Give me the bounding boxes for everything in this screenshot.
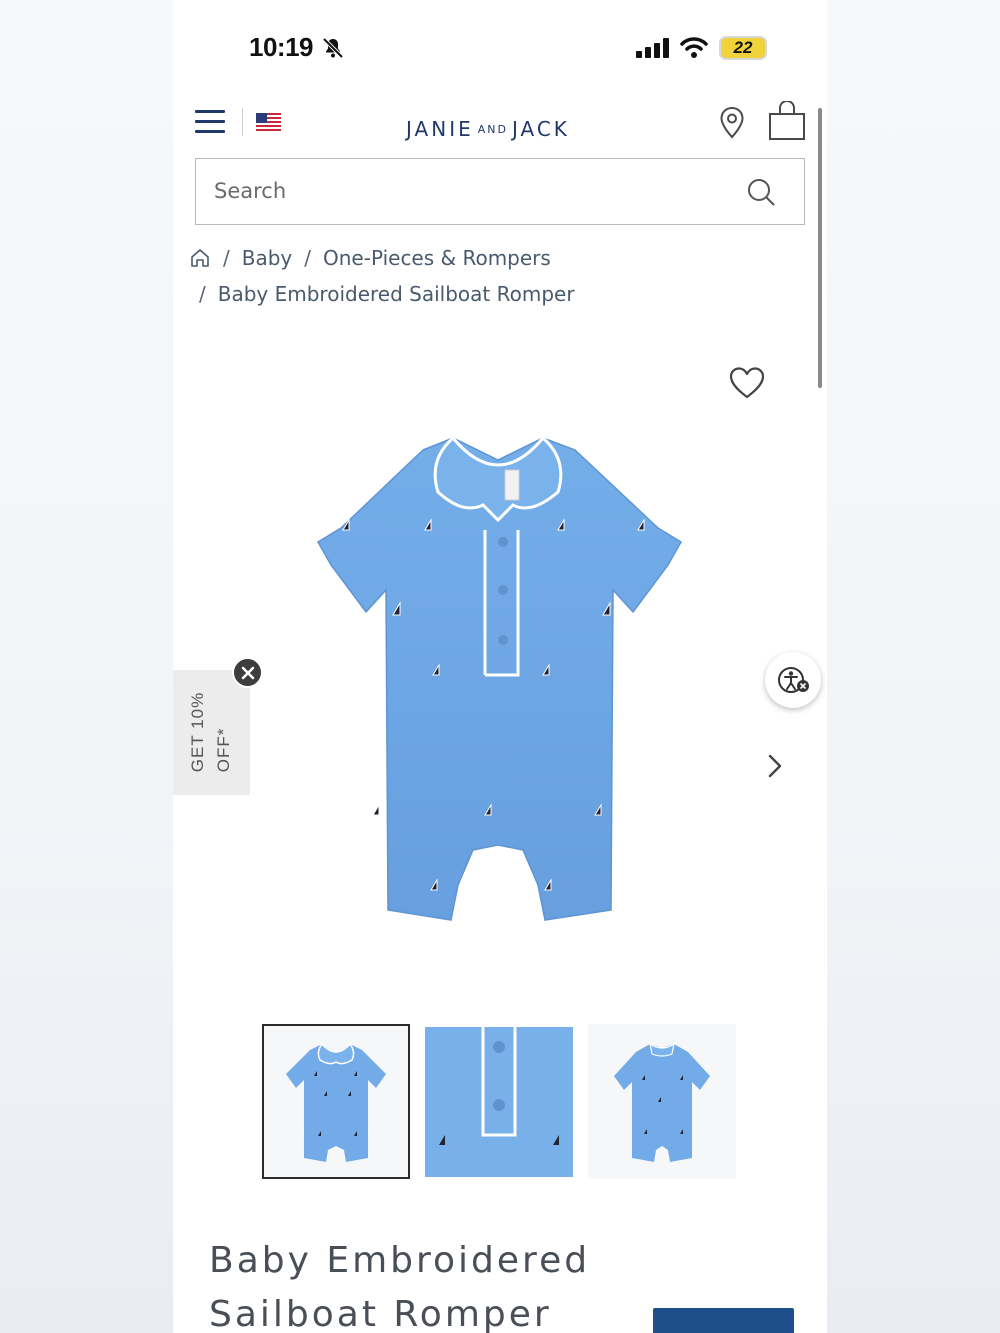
breadcrumb-separator: / bbox=[223, 246, 230, 270]
phone-screen: 10:19 22 JANIE AND JACK Search / Baby / … bbox=[173, 0, 827, 1333]
store-locator-icon[interactable] bbox=[718, 106, 746, 140]
logo-primary: JANIE bbox=[406, 117, 474, 141]
search-input[interactable] bbox=[214, 159, 714, 223]
status-time: 10:19 bbox=[249, 32, 314, 62]
close-icon bbox=[241, 666, 254, 679]
home-icon[interactable] bbox=[189, 247, 211, 269]
search-box[interactable] bbox=[195, 158, 805, 225]
us-flag-icon[interactable] bbox=[256, 113, 281, 131]
shopping-bag-icon[interactable] bbox=[767, 101, 807, 141]
thumbnail-front[interactable] bbox=[262, 1024, 410, 1179]
thumbnail-detail[interactable] bbox=[425, 1027, 573, 1177]
wifi-icon bbox=[680, 37, 708, 58]
breadcrumb: / Baby / One-Pieces & Rompers / Baby Emb… bbox=[189, 240, 789, 312]
accessibility-button[interactable] bbox=[765, 652, 821, 708]
header-divider bbox=[242, 108, 243, 136]
promo-tab[interactable]: GET 10% OFF* bbox=[173, 670, 250, 795]
breadcrumb-separator: / bbox=[199, 282, 206, 306]
promo-text: GET 10% OFF* bbox=[185, 692, 237, 772]
promo-close-button[interactable] bbox=[232, 657, 263, 688]
logo-secondary: JACK bbox=[511, 117, 570, 141]
thumbnail-back[interactable] bbox=[588, 1024, 736, 1179]
breadcrumb-current: Baby Embroidered Sailboat Romper bbox=[217, 282, 575, 306]
wishlist-heart-icon[interactable] bbox=[729, 366, 765, 400]
breadcrumb-separator: / bbox=[304, 246, 312, 270]
next-image-arrow-icon[interactable] bbox=[763, 752, 787, 780]
accessibility-icon bbox=[778, 667, 809, 693]
search-icon[interactable] bbox=[746, 177, 776, 207]
promo-line-1: GET 10% bbox=[188, 691, 207, 773]
breadcrumb-baby[interactable]: Baby bbox=[242, 246, 293, 270]
breadcrumb-category[interactable]: One-Pieces & Rompers bbox=[323, 246, 551, 270]
brand-logo[interactable]: JANIE AND JACK bbox=[406, 117, 570, 141]
product-image[interactable] bbox=[313, 430, 683, 950]
add-to-bag-button[interactable] bbox=[653, 1308, 794, 1333]
scrollbar[interactable] bbox=[818, 108, 822, 388]
cell-signal-icon bbox=[636, 38, 669, 58]
battery-indicator: 22 bbox=[719, 36, 767, 60]
bell-muted-icon bbox=[322, 37, 344, 59]
logo-and: AND bbox=[477, 123, 508, 136]
menu-button[interactable] bbox=[195, 110, 225, 136]
promo-line-2: OFF* bbox=[214, 727, 233, 773]
